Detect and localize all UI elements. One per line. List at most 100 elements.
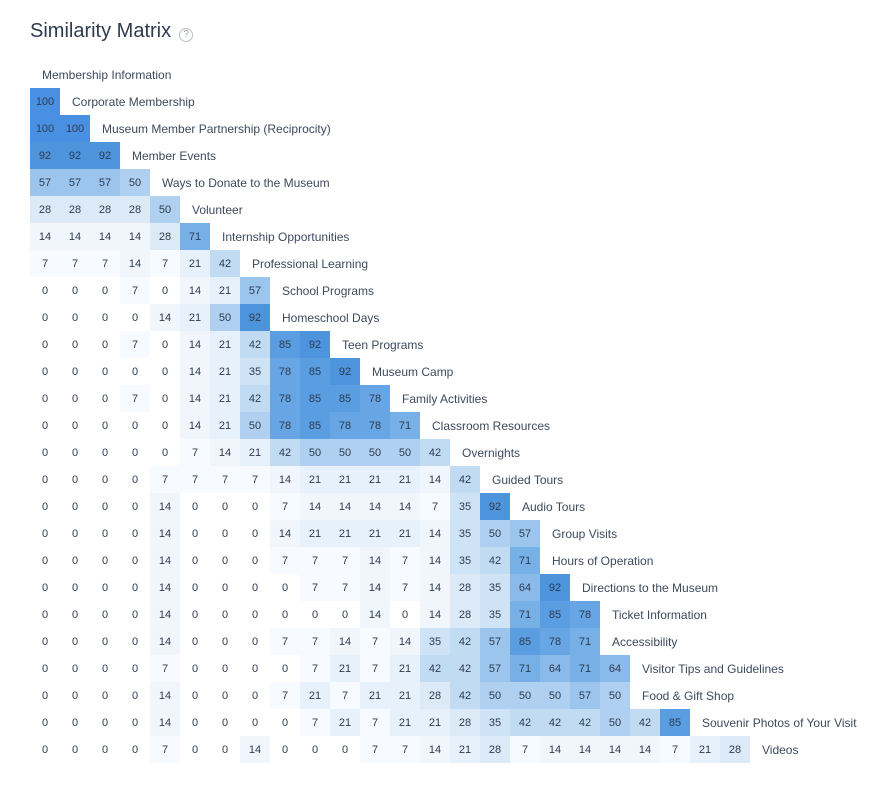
matrix-cell[interactable]: 21 [450, 736, 480, 763]
matrix-cell[interactable]: 0 [210, 709, 240, 736]
matrix-cell[interactable]: 0 [90, 682, 120, 709]
matrix-cell[interactable]: 0 [30, 493, 60, 520]
matrix-cell[interactable]: 78 [330, 412, 360, 439]
matrix-cell[interactable]: 28 [480, 736, 510, 763]
matrix-cell[interactable]: 0 [60, 331, 90, 358]
matrix-cell[interactable]: 0 [120, 736, 150, 763]
matrix-cell[interactable]: 7 [270, 628, 300, 655]
matrix-cell[interactable]: 21 [360, 682, 390, 709]
matrix-cell[interactable]: 7 [150, 250, 180, 277]
matrix-cell[interactable]: 0 [330, 601, 360, 628]
matrix-cell[interactable]: 100 [30, 88, 60, 115]
matrix-cell[interactable]: 7 [300, 547, 330, 574]
matrix-cell[interactable]: 92 [540, 574, 570, 601]
matrix-cell[interactable]: 28 [150, 223, 180, 250]
matrix-cell[interactable]: 42 [510, 709, 540, 736]
matrix-cell[interactable]: 0 [120, 601, 150, 628]
matrix-cell[interactable]: 0 [240, 520, 270, 547]
matrix-cell[interactable]: 0 [90, 574, 120, 601]
matrix-cell[interactable]: 0 [30, 385, 60, 412]
matrix-cell[interactable]: 71 [510, 601, 540, 628]
matrix-cell[interactable]: 50 [120, 169, 150, 196]
matrix-cell[interactable]: 71 [510, 547, 540, 574]
matrix-cell[interactable]: 85 [540, 601, 570, 628]
matrix-cell[interactable]: 21 [390, 466, 420, 493]
matrix-cell[interactable]: 14 [420, 547, 450, 574]
matrix-cell[interactable]: 7 [150, 466, 180, 493]
matrix-cell[interactable]: 14 [150, 574, 180, 601]
matrix-cell[interactable]: 0 [150, 439, 180, 466]
matrix-cell[interactable]: 14 [420, 520, 450, 547]
matrix-cell[interactable]: 0 [60, 655, 90, 682]
matrix-cell[interactable]: 7 [240, 466, 270, 493]
matrix-cell[interactable]: 0 [120, 520, 150, 547]
matrix-cell[interactable]: 35 [480, 709, 510, 736]
matrix-cell[interactable]: 57 [60, 169, 90, 196]
matrix-cell[interactable]: 14 [180, 331, 210, 358]
matrix-cell[interactable]: 0 [210, 547, 240, 574]
matrix-cell[interactable]: 7 [120, 385, 150, 412]
matrix-cell[interactable]: 0 [210, 628, 240, 655]
matrix-cell[interactable]: 50 [330, 439, 360, 466]
matrix-cell[interactable]: 14 [390, 493, 420, 520]
matrix-cell[interactable]: 7 [270, 682, 300, 709]
matrix-cell[interactable]: 42 [270, 439, 300, 466]
matrix-cell[interactable]: 0 [150, 358, 180, 385]
matrix-cell[interactable]: 71 [570, 655, 600, 682]
matrix-cell[interactable]: 78 [360, 412, 390, 439]
matrix-cell[interactable]: 21 [390, 682, 420, 709]
matrix-cell[interactable]: 71 [570, 628, 600, 655]
matrix-cell[interactable]: 57 [510, 520, 540, 547]
matrix-cell[interactable]: 14 [180, 277, 210, 304]
matrix-cell[interactable]: 50 [360, 439, 390, 466]
matrix-cell[interactable]: 50 [210, 304, 240, 331]
matrix-cell[interactable]: 0 [30, 736, 60, 763]
matrix-cell[interactable]: 85 [300, 412, 330, 439]
matrix-cell[interactable]: 85 [510, 628, 540, 655]
matrix-cell[interactable]: 0 [30, 655, 60, 682]
matrix-cell[interactable]: 0 [60, 277, 90, 304]
matrix-cell[interactable]: 7 [300, 628, 330, 655]
matrix-cell[interactable]: 0 [30, 709, 60, 736]
matrix-cell[interactable]: 0 [180, 628, 210, 655]
matrix-cell[interactable]: 14 [240, 736, 270, 763]
matrix-cell[interactable]: 0 [300, 601, 330, 628]
matrix-cell[interactable]: 0 [300, 736, 330, 763]
matrix-cell[interactable]: 35 [450, 520, 480, 547]
matrix-cell[interactable]: 42 [420, 439, 450, 466]
matrix-cell[interactable]: 0 [60, 574, 90, 601]
matrix-cell[interactable]: 78 [570, 601, 600, 628]
matrix-cell[interactable]: 50 [240, 412, 270, 439]
matrix-cell[interactable]: 7 [150, 655, 180, 682]
matrix-cell[interactable]: 0 [120, 493, 150, 520]
matrix-cell[interactable]: 28 [30, 196, 60, 223]
matrix-cell[interactable]: 50 [600, 709, 630, 736]
matrix-cell[interactable]: 21 [300, 520, 330, 547]
matrix-cell[interactable]: 7 [360, 628, 390, 655]
matrix-cell[interactable]: 0 [150, 412, 180, 439]
matrix-cell[interactable]: 7 [120, 277, 150, 304]
matrix-cell[interactable]: 0 [60, 385, 90, 412]
matrix-cell[interactable]: 0 [60, 736, 90, 763]
matrix-cell[interactable]: 0 [30, 412, 60, 439]
matrix-cell[interactable]: 7 [360, 709, 390, 736]
matrix-cell[interactable]: 14 [330, 628, 360, 655]
matrix-cell[interactable]: 0 [390, 601, 420, 628]
matrix-cell[interactable]: 21 [330, 520, 360, 547]
matrix-cell[interactable]: 14 [420, 574, 450, 601]
matrix-cell[interactable]: 7 [180, 466, 210, 493]
matrix-cell[interactable]: 0 [60, 439, 90, 466]
matrix-cell[interactable]: 14 [180, 412, 210, 439]
matrix-cell[interactable]: 21 [330, 655, 360, 682]
matrix-cell[interactable]: 42 [240, 331, 270, 358]
matrix-cell[interactable]: 78 [270, 412, 300, 439]
matrix-cell[interactable]: 64 [600, 655, 630, 682]
matrix-cell[interactable]: 7 [660, 736, 690, 763]
matrix-cell[interactable]: 21 [240, 439, 270, 466]
matrix-cell[interactable]: 21 [330, 709, 360, 736]
matrix-cell[interactable]: 21 [180, 250, 210, 277]
matrix-cell[interactable]: 0 [120, 709, 150, 736]
matrix-cell[interactable]: 0 [120, 304, 150, 331]
matrix-cell[interactable]: 0 [60, 358, 90, 385]
matrix-cell[interactable]: 85 [270, 331, 300, 358]
